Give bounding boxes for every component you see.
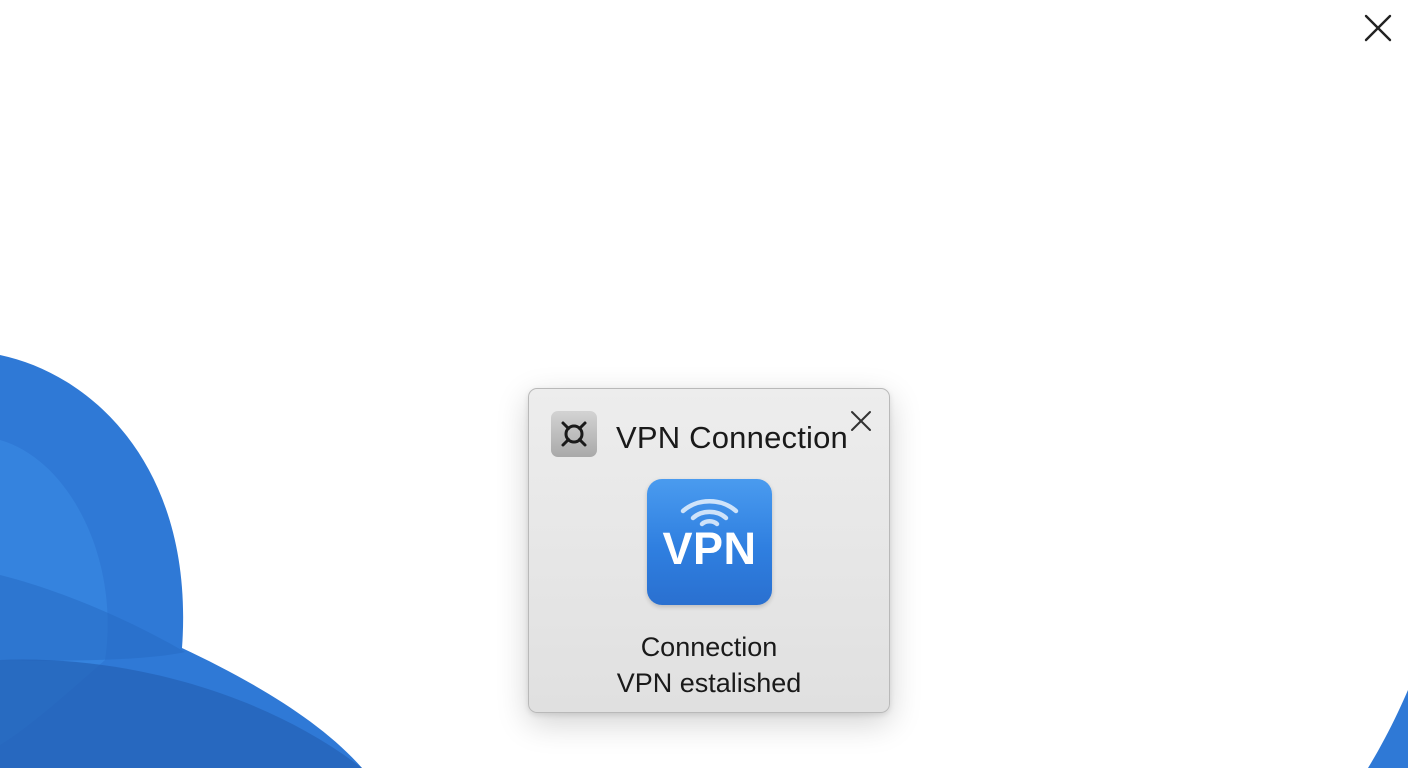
vpn-badge-label: VPN <box>662 523 757 574</box>
vpn-notification-dialog: VPN Connection VPN Connection VPN estali… <box>528 388 890 713</box>
status-line-2: VPN estalished <box>616 668 802 698</box>
desktop: VPN Connection VPN Connection VPN estali… <box>0 0 1408 768</box>
close-icon[interactable] <box>847 407 875 435</box>
status-message: Connection VPN estalished <box>529 629 889 701</box>
dialog-title: VPN Connection <box>616 420 848 455</box>
status-line-1: Connection <box>640 632 778 662</box>
close-icon[interactable] <box>1358 8 1398 48</box>
vpn-badge-icon: VPN <box>647 479 772 605</box>
vpn-lifebuoy-icon <box>551 411 597 457</box>
